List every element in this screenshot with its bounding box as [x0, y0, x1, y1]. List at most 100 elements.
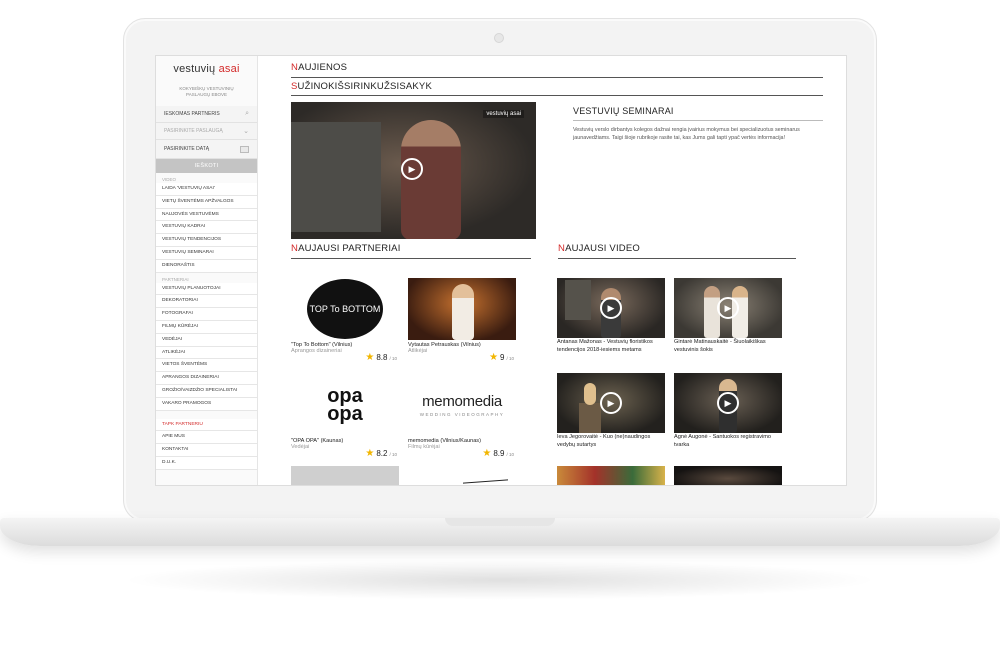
partner-card-partial[interactable] — [291, 466, 399, 485]
service-select-label: PASIRINKITE PASLAUGĄ — [164, 128, 223, 134]
calendar-icon — [240, 145, 249, 153]
play-icon[interactable]: ▶ — [600, 392, 622, 414]
video-caption[interactable]: Ieva Jegorovaitė - Kuo (ne)naudingos ved… — [557, 434, 665, 449]
sidebar-item-aprangos[interactable]: APRANGOS DIZAINERIAI — [156, 372, 257, 385]
star-icon: ★ — [365, 448, 375, 459]
partner-rating: ★ 9 / 10 — [489, 352, 514, 363]
star-icon: ★ — [365, 352, 375, 363]
partner-logo-opa-opa: opa opa — [291, 374, 399, 436]
star-icon: ★ — [482, 448, 492, 459]
videos-title: NAUJAUSI VIDEO — [558, 243, 640, 254]
sidebar-item-dekoratoriai[interactable]: DEKORATORIAI — [156, 295, 257, 309]
sidebar-item-kadrai[interactable]: VESTUVIŲ KADRAI — [156, 221, 257, 235]
sidebar-item-vedejai[interactable]: VEDĖJAI — [156, 333, 257, 347]
date-select-label: PASIRINKITE DATĄ — [164, 146, 210, 152]
news-title: NAUJIENOS — [291, 62, 348, 73]
sidebar: vestuvių asai KOKYBIŠKŲ VESTUVINIŲ PASLA… — [156, 56, 258, 485]
play-icon[interactable]: ▶ — [717, 392, 739, 414]
sidebar-item-naujoves[interactable]: NAUJOVĖS VESTUVĖMS — [156, 208, 257, 222]
rating-value: 8.9 — [493, 449, 505, 458]
rating-max: / 10 — [506, 452, 514, 457]
sidebar-item-tapk-partneriu[interactable]: TAPK PARTNERIU — [156, 418, 257, 432]
videos-rule — [558, 258, 796, 259]
sidebar-partner-list: VESTUVIŲ PLANUOTOJAI DEKORATORIAI FOTOGR… — [156, 282, 257, 411]
news-rule — [291, 77, 823, 78]
partner-photo-saxophonist — [408, 278, 516, 340]
sidebar-item-kontaktai[interactable]: KONTAKTAI — [156, 444, 257, 457]
play-icon[interactable]: ▶ — [717, 297, 739, 319]
hero-video[interactable]: vestuvių asai ▶ — [291, 102, 536, 239]
site-logo[interactable]: vestuvių asai — [156, 56, 257, 86]
video-card[interactable]: ▶ Ieva Jegorovaitė - Kuo (ne)naudingos v… — [557, 373, 665, 449]
play-icon[interactable]: ▶ — [401, 158, 423, 180]
video-thumbnail-partial[interactable] — [674, 466, 782, 485]
partner-card[interactable]: memomedia WEDDING VIDEOGRAPHY memomedia … — [408, 374, 516, 459]
partner-logo-text: TOP To BOTTOM — [307, 279, 383, 339]
video-thumbnail[interactable]: ▶ — [674, 373, 782, 433]
laptop-mockup: vestuvių asai KOKYBIŠKŲ VESTUVINIŲ PASLA… — [0, 0, 1000, 650]
search-icon: ⌕ — [245, 110, 249, 117]
partner-logo-memomedia: memomedia WEDDING VIDEOGRAPHY — [408, 374, 516, 436]
video-caption[interactable]: Gintarė Matinauskaitė - Šiuolaikiškas ve… — [674, 339, 782, 354]
sidebar-item-vietos[interactable]: VIETOS ŠVENTĖMS — [156, 359, 257, 373]
rating-max: / 10 — [506, 356, 514, 361]
partner-card[interactable]: Vytautas Petrauskas (Vilnius) Atlikėjai … — [408, 278, 516, 363]
star-icon: ★ — [489, 352, 499, 363]
rating-value: 8.8 — [376, 353, 388, 362]
video-thumbnail[interactable]: ▶ — [557, 278, 665, 338]
rating-max: / 10 — [389, 452, 397, 457]
sidebar-item-apie-mus[interactable]: APIE MUS — [156, 431, 257, 445]
partners-title: NAUJAUSI PARTNERIAI — [291, 243, 401, 254]
video-card[interactable]: ▶ Antanas Mažonas - Vestuvių floristikos… — [557, 278, 665, 354]
sidebar-video-list: LAIDA 'VESTUVIŲ ASAI' VIETŲ ŠVENTĖMS APŽ… — [156, 183, 257, 273]
seminars-title: VESTUVIŲ SEMINARAI — [573, 106, 674, 116]
sidebar-item-tendencijos[interactable]: VESTUVIŲ TENDENCIJOS — [156, 234, 257, 247]
sidebar-item-duk[interactable]: D.U.K. — [156, 456, 257, 470]
sidebar-item-pramogos[interactable]: VAKARO PRAMOGOS — [156, 397, 257, 411]
video-caption[interactable]: Agnė Augonė - Santuokos registravimo tva… — [674, 434, 782, 449]
sidebar-footer-list: TAPK PARTNERIU APIE MUS KONTAKTAI D.U.K. — [156, 418, 257, 470]
sidebar-item-fotografai[interactable]: FOTOGRAFAI — [156, 308, 257, 321]
rating-value: 8.2 — [376, 449, 388, 458]
video-thumbnail[interactable]: ▶ — [674, 278, 782, 338]
partial-logo-mark — [463, 479, 508, 485]
partner-card[interactable]: opa opa "OPA OPA" (Kaunas) Vedėjai ★ 8.2… — [291, 374, 399, 459]
learn-title: SUŽINOKIŠSIRINKUŽSISAKYK — [291, 81, 433, 92]
video-caption[interactable]: Antanas Mažonas - Vestuvių floristikos t… — [557, 339, 665, 354]
seminars-text: Vestuvių verslo dirbantys kolegos dažnai… — [573, 127, 800, 141]
partner-card-partial[interactable] — [408, 466, 516, 485]
sidebar-item-seminarai[interactable]: VESTUVIŲ SEMINARAI — [156, 246, 257, 260]
sidebar-item-laida[interactable]: LAIDA 'VESTUVIŲ ASAI' — [156, 183, 257, 196]
sidebar-item-grozio[interactable]: GROŽIO/VAIZDŽIO SPECIALISTAI — [156, 384, 257, 398]
play-icon[interactable]: ▶ — [600, 297, 622, 319]
learn-rule — [291, 95, 823, 96]
partner-card[interactable]: TOP To BOTTOM "Top To Bottom" (Vilnius) … — [291, 278, 399, 363]
video-card[interactable]: ▶ Agnė Augonė - Santuokos registravimo t… — [674, 373, 782, 449]
partner-rating: ★ 8.8 / 10 — [365, 352, 397, 363]
sidebar-item-vietu-apzvalgos[interactable]: VIETŲ ŠVENTĖMS APŽVALGOS — [156, 195, 257, 209]
partner-search-input[interactable]: IESKOMAS PARTNERIS ⌕ — [156, 106, 257, 123]
date-select[interactable]: PASIRINKITE DATĄ — [156, 140, 257, 159]
camera-icon — [494, 33, 504, 43]
laptop-shadow — [120, 560, 880, 600]
rating-value: 9 — [500, 353, 505, 362]
chevron-down-icon: ⌄ — [243, 128, 249, 135]
partners-rule — [291, 258, 531, 259]
video-card[interactable]: ▶ Gintarė Matinauskaitė - Šiuolaikiškas … — [674, 278, 782, 354]
video-thumbnail-partial[interactable] — [557, 466, 665, 485]
logo-prefix: vestuvių — [173, 63, 216, 75]
seminars-rule — [573, 120, 823, 121]
sidebar-item-dienorastis[interactable]: DIENORAŠTIS — [156, 259, 257, 273]
search-button[interactable]: IEŠKOTI — [156, 159, 257, 173]
sidebar-item-filmu-kurejai[interactable]: FILMŲ KŪRĖJAI — [156, 320, 257, 334]
screen: vestuvių asai KOKYBIŠKŲ VESTUVINIŲ PASLA… — [155, 55, 847, 486]
partner-rating: ★ 8.9 / 10 — [482, 448, 514, 459]
sidebar-item-planuotojai[interactable]: VESTUVIŲ PLANUOTOJAI — [156, 282, 257, 296]
sidebar-group-video: VIDEO — [162, 177, 177, 182]
video-thumbnail[interactable]: ▶ — [557, 373, 665, 433]
main-content: NAUJIENOS SUŽINOKIŠSIRINKUŽSISAKYK vestu… — [258, 56, 846, 485]
hero-watermark: vestuvių asai — [483, 110, 524, 118]
service-select[interactable]: PASIRINKITE PASLAUGĄ ⌄ — [156, 123, 257, 140]
sidebar-item-atlikejai[interactable]: ATLIKĖJAI — [156, 346, 257, 360]
